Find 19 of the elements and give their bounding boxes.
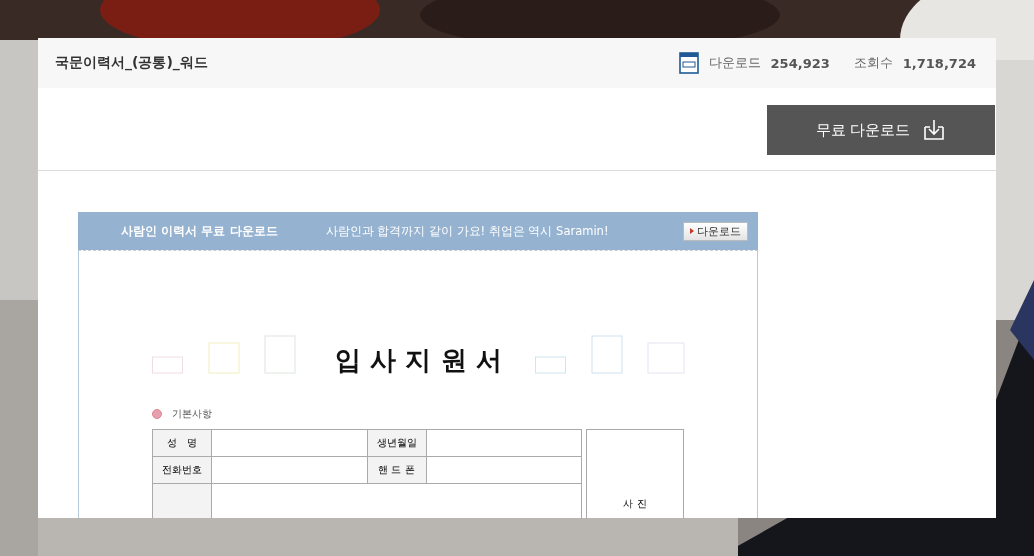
triangle-icon — [690, 228, 694, 234]
bullet-icon — [152, 409, 162, 419]
download-label: 다운로드 — [708, 54, 761, 72]
download-count: 254,923 — [770, 55, 830, 71]
document-title: 국문이력서_(공통)_워드 — [55, 54, 208, 72]
views-count: 1,718,724 — [902, 55, 976, 71]
photo-label: 사 진 — [623, 497, 647, 511]
form-title: 입 사 지 원 서 — [335, 345, 502, 375]
views-label: 조회수 — [853, 54, 893, 72]
free-download-button[interactable]: 무료 다운로드 — [767, 105, 995, 155]
table-cell: 생년월일 — [367, 429, 426, 457]
section-heading: 기본사항 — [172, 407, 212, 421]
banner-title: 사람인 이력서 무료 다운로드 — [121, 222, 278, 240]
banner-download-button[interactable]: 다운로드 — [683, 221, 748, 241]
download-icon — [922, 119, 947, 141]
table-cell: 성 명 — [152, 429, 212, 457]
banner-slogan: 사람인과 합격까지 같이 가요! 취업은 역시 Saramin! — [325, 223, 609, 239]
doc-file-icon — [678, 52, 699, 74]
table-cell: 전화번호 — [152, 456, 212, 484]
